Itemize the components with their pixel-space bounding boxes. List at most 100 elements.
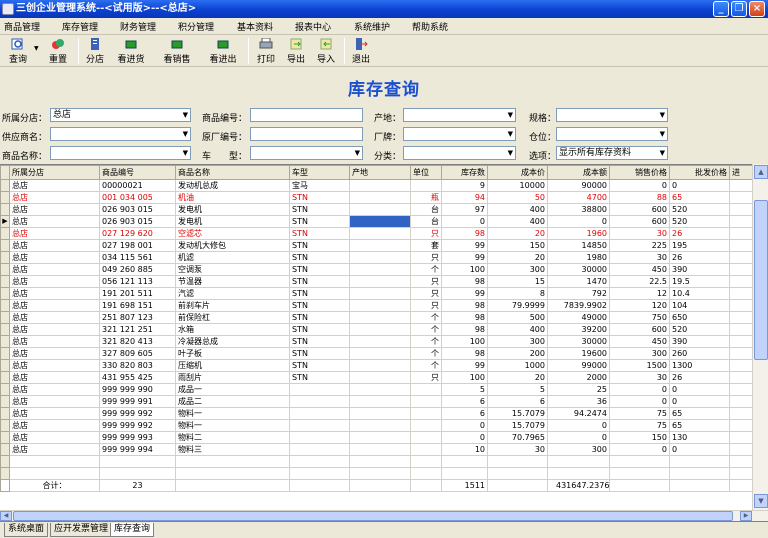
cell-name[interactable]: 发电机 — [175, 215, 290, 228]
cell-code[interactable]: 999 999 992 — [99, 419, 176, 432]
cell-cost-amount[interactable]: 30000 — [547, 335, 610, 348]
cell-origin[interactable] — [349, 275, 411, 288]
col-stock[interactable]: 库存数 — [441, 165, 488, 180]
cell-cost[interactable]: 5 — [487, 383, 548, 396]
cell-car-model[interactable]: STN — [289, 239, 350, 252]
cell-stock[interactable]: 6 — [441, 395, 488, 408]
cell-unit[interactable]: 个 — [410, 347, 442, 360]
cell-name[interactable]: 发电机 — [175, 203, 290, 216]
cell-origin[interactable] — [349, 227, 411, 240]
cell-sale-price[interactable]: 22.5 — [609, 275, 670, 288]
cell-sale-price[interactable]: 75 — [609, 419, 670, 432]
cell-stock[interactable]: 97 — [441, 203, 488, 216]
brand-select[interactable] — [403, 127, 516, 141]
cell-code[interactable]: 251 807 123 — [99, 311, 176, 324]
cell-car-model[interactable]: STN — [289, 263, 350, 276]
cell-wholesale-price[interactable]: 1300 — [669, 359, 730, 372]
cell-sale-price[interactable]: 150 — [609, 431, 670, 444]
cell-sale-price[interactable]: 75 — [609, 407, 670, 420]
cell-name[interactable]: 物料一 — [175, 419, 290, 432]
cell-cost[interactable]: 70.7965 — [487, 431, 548, 444]
cell-sale-price[interactable]: 30 — [609, 371, 670, 384]
exit-button[interactable]: 退出 — [348, 36, 374, 66]
cell-stock[interactable]: 99 — [441, 239, 488, 252]
cell-unit[interactable] — [410, 179, 442, 192]
menu-system[interactable]: 系统维护 — [354, 20, 390, 33]
cell-sale-price[interactable]: 300 — [609, 347, 670, 360]
cell-unit[interactable]: 瓶 — [410, 191, 442, 204]
cell-cost[interactable]: 300 — [487, 335, 548, 348]
cell-code[interactable]: 027 198 001 — [99, 239, 176, 252]
row-indicator[interactable] — [0, 239, 10, 252]
cell-name[interactable]: 空滤芯 — [175, 227, 290, 240]
cell-cost[interactable]: 1000 — [487, 359, 548, 372]
menu-inventory[interactable]: 库存管理 — [62, 20, 98, 33]
vertical-scroll-thumb[interactable] — [754, 200, 768, 360]
cell-unit[interactable]: 个 — [410, 359, 442, 372]
vertical-scrollbar[interactable]: ▲ ▼ — [752, 164, 768, 510]
cell-wholesale-price[interactable]: 65 — [669, 407, 730, 420]
cell-name[interactable]: 机油 — [175, 191, 290, 204]
table-row[interactable]: 总店 999 999 993 物料二 0 70.7965 0 150 130 — [0, 431, 768, 444]
cell-cost[interactable]: 300 — [487, 263, 548, 276]
cell-sale-price[interactable]: 0 — [609, 383, 670, 396]
cell-code[interactable]: 001 034 005 — [99, 191, 176, 204]
cell-branch[interactable]: 总店 — [9, 203, 100, 216]
cell-stock[interactable]: 99 — [441, 251, 488, 264]
cell-wholesale-price[interactable]: 26 — [669, 227, 730, 240]
cell-stock[interactable]: 94 — [441, 191, 488, 204]
cell-stock[interactable]: 98 — [441, 311, 488, 324]
scroll-right-icon[interactable]: ▶ — [740, 511, 752, 521]
cell-unit[interactable] — [410, 443, 442, 456]
cell-unit[interactable]: 个 — [410, 323, 442, 336]
cell-unit[interactable]: 只 — [410, 227, 442, 240]
table-row[interactable]: 总店 431 955 425 雨刮片 STN 只 100 20 2000 30 26 — [0, 371, 768, 384]
cell-unit[interactable]: 只 — [410, 371, 442, 384]
cell-cost[interactable]: 20 — [487, 227, 548, 240]
table-row[interactable]: 总店 330 820 803 压缩机 STN 个 99 1000 99000 1500 1300 — [0, 359, 768, 372]
cell-car-model[interactable]: STN — [289, 311, 350, 324]
reset-button[interactable]: 重置 — [44, 36, 72, 66]
cell-stock[interactable]: 6 — [441, 407, 488, 420]
cell-origin[interactable] — [349, 239, 411, 252]
cell-code[interactable]: 027 129 620 — [99, 227, 176, 240]
cell-branch[interactable]: 总店 — [9, 383, 100, 396]
cell-cost-amount[interactable]: 7839.9902 — [547, 299, 610, 312]
cell-cost-amount[interactable]: 30000 — [547, 263, 610, 276]
view-purchase-button[interactable]: 看进货 — [114, 36, 148, 66]
menu-help[interactable]: 帮助系统 — [412, 20, 448, 33]
cell-branch[interactable]: 总店 — [9, 347, 100, 360]
cell-cost[interactable]: 15 — [487, 275, 548, 288]
cell-car-model[interactable]: STN — [289, 275, 350, 288]
cell-cost-amount[interactable]: 0 — [547, 419, 610, 432]
cell-wholesale-price[interactable]: 520 — [669, 323, 730, 336]
col-wholesale-price[interactable]: 批发价格 — [669, 165, 730, 180]
row-indicator[interactable] — [0, 335, 10, 348]
cell-car-model[interactable]: STN — [289, 287, 350, 300]
cell-car-model[interactable]: STN — [289, 323, 350, 336]
cell-cost[interactable]: 50 — [487, 191, 548, 204]
cell-code[interactable]: 999 999 992 — [99, 407, 176, 420]
cell-name[interactable]: 成品一 — [175, 383, 290, 396]
cell-origin[interactable] — [349, 371, 411, 384]
cell-unit[interactable] — [410, 419, 442, 432]
cell-origin[interactable] — [349, 251, 411, 264]
cell-origin[interactable] — [349, 299, 411, 312]
cell-branch[interactable]: 总店 — [9, 335, 100, 348]
cell-name[interactable]: 冷凝器总成 — [175, 335, 290, 348]
cell-name[interactable]: 发动机大修包 — [175, 239, 290, 252]
cell-cost[interactable]: 400 — [487, 203, 548, 216]
cell-wholesale-price[interactable]: 0 — [669, 179, 730, 192]
cell-cost[interactable]: 15.7079 — [487, 407, 548, 420]
cell-branch[interactable]: 总店 — [9, 419, 100, 432]
cell-stock[interactable]: 9 — [441, 179, 488, 192]
cell-origin[interactable] — [349, 179, 411, 192]
tab-desktop[interactable]: 系统桌面 — [4, 523, 49, 537]
print-button[interactable]: 打印 — [253, 36, 279, 66]
cell-sale-price[interactable]: 0 — [609, 395, 670, 408]
cell-unit[interactable]: 个 — [410, 263, 442, 276]
cell-wholesale-price[interactable]: 26 — [669, 371, 730, 384]
cell-name[interactable]: 压缩机 — [175, 359, 290, 372]
table-row[interactable]: 总店 999 999 991 成品二 6 6 36 0 0 — [0, 395, 768, 408]
cell-sale-price[interactable]: 0 — [609, 179, 670, 192]
